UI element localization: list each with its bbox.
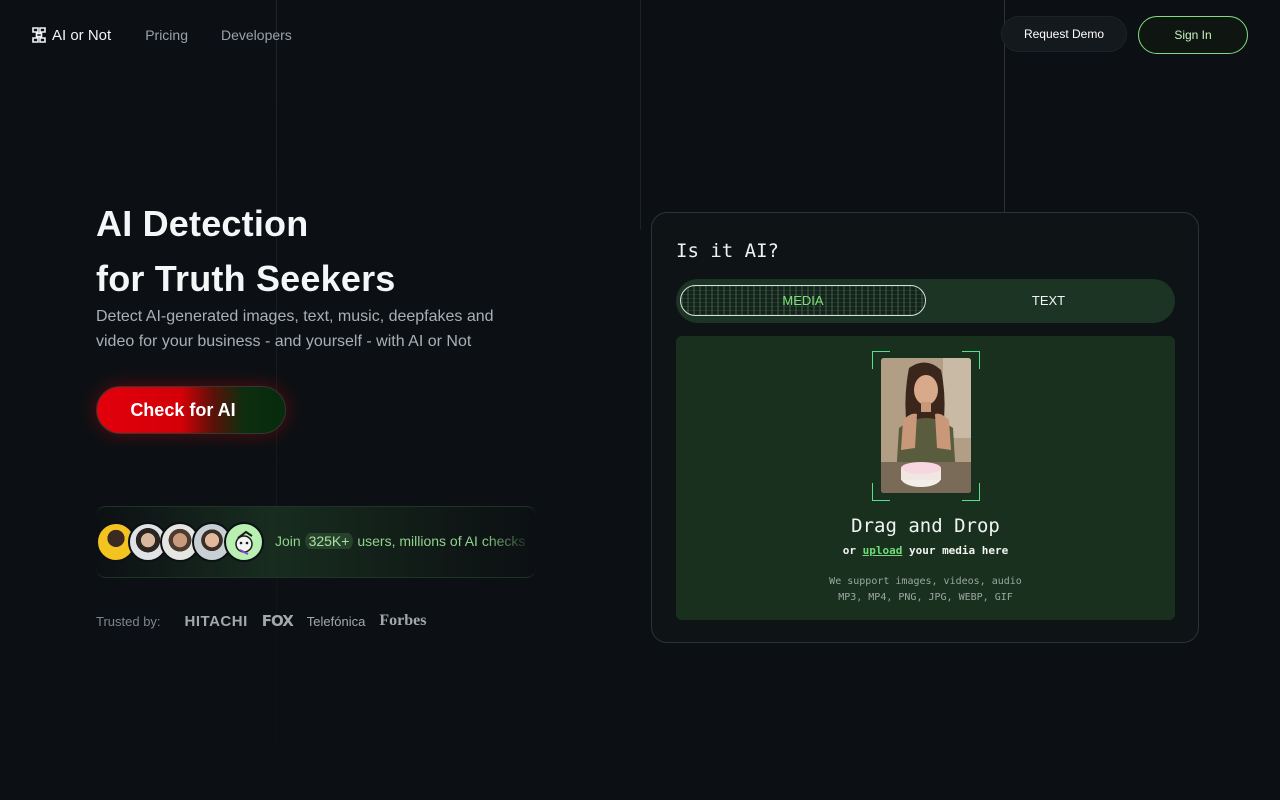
trusted-label: Trusted by: — [96, 613, 161, 629]
avatar — [224, 522, 264, 562]
supported-formats: We support images, videos, audio MP3, MP… — [676, 574, 1175, 606]
users-count: 325K+ — [304, 533, 354, 549]
tab-media[interactable]: MEDIA — [680, 285, 926, 316]
nav-link-developers[interactable]: Developers — [221, 27, 292, 43]
media-type-toggle: MEDIA TEXT — [676, 279, 1175, 323]
brand-forbes-logo: Forbes — [379, 612, 427, 629]
brand-telefonica-logo: Telefónica — [306, 613, 366, 629]
supported-types-line: We support images, videos, audio — [829, 576, 1022, 587]
cartoon-avatar-icon — [235, 530, 253, 555]
nav-link-pricing[interactable]: Pricing — [145, 27, 188, 43]
users-prefix: Join — [275, 533, 305, 549]
sample-preview-frame — [872, 351, 980, 501]
hero-title-line2: for Truth Seekers — [96, 258, 396, 299]
drag-and-drop-title: Drag and Drop — [851, 515, 1000, 537]
user-avatars — [96, 522, 264, 562]
logo-icon — [32, 27, 46, 43]
brand-fox-logo: FOX — [261, 612, 294, 630]
check-for-ai-button[interactable]: Check for AI — [96, 386, 286, 434]
detector-title: Is it AI? — [676, 240, 779, 262]
users-suffix: users, millions of AI checks — [353, 533, 526, 549]
top-nav: AI or Not Pricing Developers Request Dem… — [32, 16, 1248, 54]
drop-or-text: or — [842, 544, 863, 557]
drop-rest-text: your media here — [902, 544, 1009, 557]
tab-text[interactable]: TEXT — [926, 285, 1171, 316]
request-demo-button[interactable]: Request Demo — [1000, 16, 1127, 52]
logo-text: AI or Not — [52, 26, 112, 44]
check-for-ai-label: Check for AI — [130, 399, 236, 420]
users-count-text: Join 325K+ users, millions of AI checks — [275, 533, 535, 549]
drag-and-drop-subtitle: or upload your media here — [676, 544, 1175, 557]
upload-dropzone[interactable]: Drag and Drop or upload your media here … — [676, 336, 1175, 620]
hero-title: AI Detection for Truth Seekers — [96, 196, 396, 306]
sample-photo — [881, 358, 971, 493]
supported-extensions-line: MP3, MP4, PNG, JPG, WEBP, GIF — [838, 592, 1013, 603]
woman-with-cake-image — [881, 358, 971, 493]
logo[interactable]: AI or Not — [32, 27, 111, 44]
upload-link[interactable]: upload — [863, 544, 903, 557]
sign-in-button[interactable]: Sign In — [1138, 16, 1248, 54]
brand-hitachi-logo: HITACHI — [184, 612, 248, 630]
ai-detector-card: Is it AI? MEDIA TEXT Drag and Drop or up… — [651, 212, 1199, 643]
hero-subtitle: Detect AI-generated images, text, music,… — [96, 308, 494, 350]
hero-title-line1: AI Detection — [96, 203, 309, 244]
trusted-by: Trusted by: HITACHI FOX Telefónica Forbe… — [96, 612, 440, 630]
